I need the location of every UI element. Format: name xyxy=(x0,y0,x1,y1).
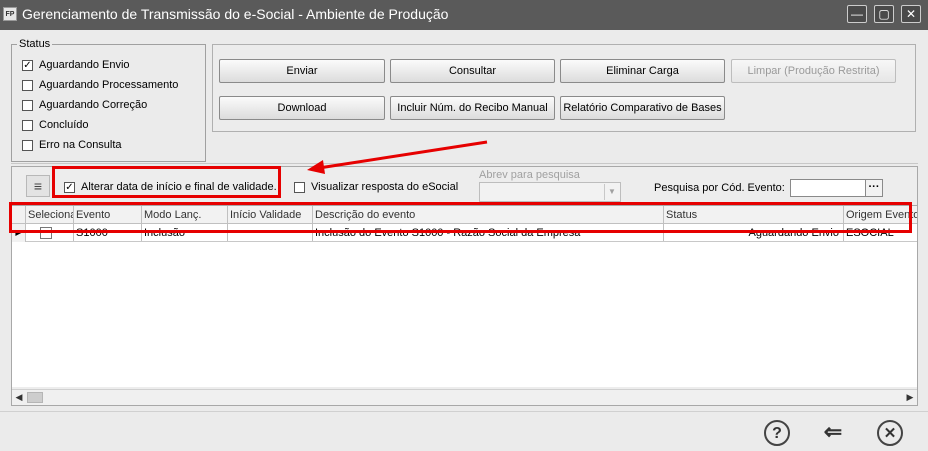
option-label: Alterar data de início e final de valida… xyxy=(81,181,277,193)
pesquisa-evento-input[interactable] xyxy=(790,179,866,197)
ellipsis-button[interactable]: ··· xyxy=(865,179,883,197)
status-concluido[interactable]: Concluído xyxy=(22,117,89,133)
maximize-button[interactable]: ▢ xyxy=(874,5,894,23)
col-origem-evento[interactable]: Origem Evento xyxy=(844,206,917,223)
footer-divider xyxy=(0,411,928,412)
abrev-label: Abrev para pesquisa xyxy=(479,169,580,181)
scroll-right-icon[interactable]: ▶ xyxy=(903,390,917,405)
row-checkbox[interactable] xyxy=(40,227,52,239)
status-legend: Status xyxy=(17,38,53,50)
checkbox[interactable] xyxy=(22,119,33,131)
close-icon[interactable]: ✕ xyxy=(877,420,903,446)
help-icon[interactable]: ? xyxy=(764,420,790,446)
cell-seleciona[interactable] xyxy=(26,224,74,241)
option-label: Visualizar resposta do eSocial xyxy=(311,181,459,193)
checkbox[interactable] xyxy=(294,181,305,193)
cell-descricao[interactable]: Inclusão do Evento S1000 - Razão Social … xyxy=(313,224,664,241)
status-label: Erro na Consulta xyxy=(39,139,122,151)
cell-evento[interactable]: S1000 xyxy=(74,224,142,241)
enviar-button[interactable]: Enviar xyxy=(219,59,385,83)
incluir-recibo-manual-button[interactable]: Incluir Núm. do Recibo Manual xyxy=(390,96,555,120)
col-inicio-validade[interactable]: Início Validade xyxy=(228,206,313,223)
checkbox[interactable]: ✓ xyxy=(64,181,75,193)
status-label: Aguardando Envio xyxy=(39,59,130,71)
checkbox[interactable]: ✓ xyxy=(22,59,33,71)
status-group: Status ✓ Aguardando Envio Aguardando Pro… xyxy=(11,38,206,162)
limpar-producao-restrita-button[interactable]: Limpar (Produção Restrita) xyxy=(731,59,896,83)
back-arrow-icon[interactable]: ⇐ xyxy=(820,420,846,446)
cell-modo[interactable]: Inclusão xyxy=(142,224,228,241)
abrev-select[interactable]: ▼ xyxy=(479,182,621,202)
status-erro-consulta[interactable]: Erro na Consulta xyxy=(22,137,122,153)
status-aguardando-processamento[interactable]: Aguardando Processamento xyxy=(22,77,178,93)
window-close-button[interactable]: ✕ xyxy=(901,5,921,23)
col-evento[interactable]: Evento xyxy=(74,206,142,223)
status-aguardando-correcao[interactable]: Aguardando Correção xyxy=(22,97,147,113)
col-descricao[interactable]: Descrição do evento xyxy=(313,206,664,223)
title-bar: FP Gerenciamento de Transmissão do e-Soc… xyxy=(0,0,928,30)
chevron-down-icon[interactable]: ▼ xyxy=(604,184,619,200)
eliminar-carga-button[interactable]: Eliminar Carga xyxy=(560,59,725,83)
pesquisa-label: Pesquisa por Cód. Evento: xyxy=(654,182,785,194)
col-seleciona[interactable]: Seleciona xyxy=(26,206,74,223)
table-header: Seleciona Evento Modo Lanç. Início Valid… xyxy=(12,206,917,224)
download-button[interactable]: Download xyxy=(219,96,385,120)
cell-inicio[interactable] xyxy=(228,224,313,241)
consultar-button[interactable]: Consultar xyxy=(390,59,555,83)
main-client-area: Status ✓ Aguardando Envio Aguardando Pro… xyxy=(0,30,928,451)
status-label: Aguardando Correção xyxy=(39,99,148,111)
cell-origem[interactable]: ESOCIAL xyxy=(844,224,917,241)
row-pointer-icon: ▶ xyxy=(12,224,26,242)
scroll-left-icon[interactable]: ◀ xyxy=(12,390,26,405)
status-label: Concluído xyxy=(39,119,89,131)
events-table: Seleciona Evento Modo Lanç. Início Valid… xyxy=(12,205,917,387)
table-row[interactable]: ▶ S1000 Inclusão Inclusão do Evento S100… xyxy=(12,224,917,242)
app-icon: FP xyxy=(3,7,17,21)
col-modo-lanc[interactable]: Modo Lanç. xyxy=(142,206,228,223)
horizontal-scrollbar[interactable]: ◀ ▶ xyxy=(12,389,917,405)
checkbox[interactable] xyxy=(22,79,33,91)
checkbox[interactable] xyxy=(22,99,33,111)
status-aguardando-envio[interactable]: ✓ Aguardando Envio xyxy=(22,57,130,73)
header-corner xyxy=(12,206,26,223)
visualizar-resposta-option[interactable]: Visualizar resposta do eSocial xyxy=(294,179,458,195)
minimize-button[interactable]: — xyxy=(847,5,867,23)
events-panel: ≡ ✓ Alterar data de início e final de va… xyxy=(11,166,918,406)
cell-status[interactable]: Aguardando Envio xyxy=(664,224,844,241)
window-title: Gerenciamento de Transmissão do e-Social… xyxy=(22,6,449,22)
status-label: Aguardando Processamento xyxy=(39,79,179,91)
sort-options-icon[interactable]: ≡ xyxy=(26,175,50,197)
action-buttons-panel: Enviar Consultar Eliminar Carga Limpar (… xyxy=(212,44,916,132)
alterar-datas-option[interactable]: ✓ Alterar data de início e final de vali… xyxy=(64,179,277,195)
col-status[interactable]: Status xyxy=(664,206,844,223)
relatorio-comparativo-button[interactable]: Relatório Comparativo de Bases xyxy=(560,96,725,120)
scroll-thumb[interactable] xyxy=(27,392,43,403)
checkbox[interactable] xyxy=(22,139,33,151)
annotation-arrow-icon xyxy=(307,140,488,174)
